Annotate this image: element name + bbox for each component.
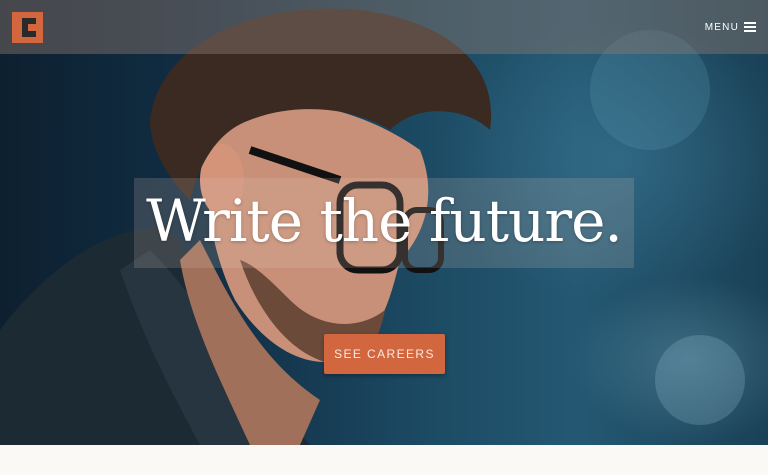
site-logo[interactable] [12, 12, 43, 43]
content-start-strip [0, 445, 768, 475]
page: MENU Write the future. SEE CAREERS [0, 0, 768, 475]
hamburger-menu-icon [744, 20, 756, 34]
top-bar: MENU [0, 0, 768, 54]
see-careers-button[interactable]: SEE CAREERS [324, 334, 445, 374]
menu-button[interactable]: MENU [705, 18, 756, 36]
hero-headline: Write the future. [146, 187, 623, 255]
menu-label: MENU [704, 21, 739, 33]
c-logo-icon [22, 18, 36, 37]
